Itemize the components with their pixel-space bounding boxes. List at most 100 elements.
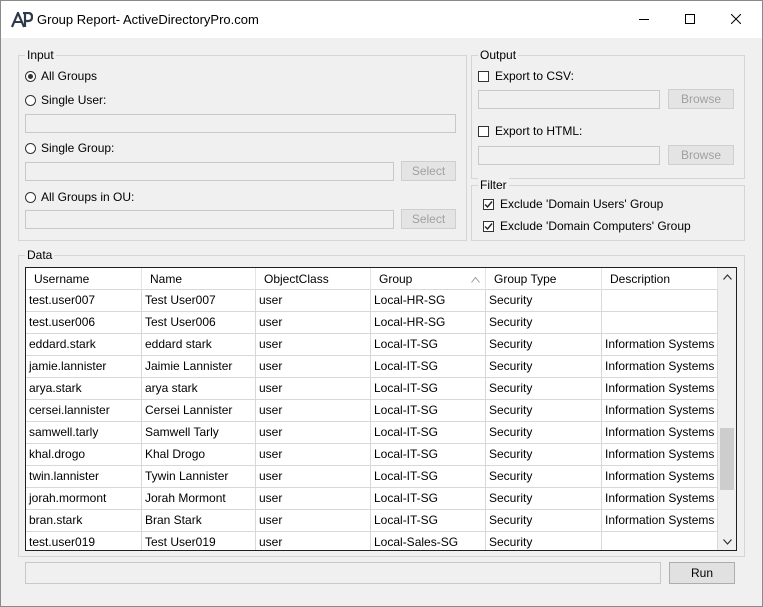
cell-name: Jaimie Lannister bbox=[142, 356, 256, 378]
cell-group: Local-IT-SG bbox=[371, 400, 486, 422]
minimize-button[interactable] bbox=[621, 1, 667, 37]
checkmark-icon bbox=[484, 200, 493, 208]
table-row[interactable]: eddard.stark eddard stark user Local-IT-SG S… bbox=[26, 334, 718, 356]
cell-description bbox=[602, 290, 718, 312]
single-user-label: Single User: bbox=[41, 93, 107, 107]
table-row[interactable]: jorah.mormont Jorah Mormont user Local-IT-S… bbox=[26, 488, 718, 510]
column-header-objectclass[interactable]: ObjectClass bbox=[256, 268, 371, 290]
cell-description bbox=[602, 532, 718, 550]
column-header-group-type[interactable]: Group Type bbox=[486, 268, 602, 290]
exclude-domain-users-label: Exclude 'Domain Users' Group bbox=[500, 197, 664, 211]
checkbox-checked-indicator bbox=[483, 220, 494, 232]
cell-name: Khal Drogo bbox=[142, 444, 256, 466]
close-icon bbox=[731, 14, 741, 24]
cell-group: Local-IT-SG bbox=[371, 488, 486, 510]
cell-group-type: Security bbox=[486, 334, 602, 356]
cell-description: Information Systems ... bbox=[602, 378, 718, 400]
sort-ascending-icon bbox=[471, 277, 480, 283]
exclude-domain-computers-label: Exclude 'Domain Computers' Group bbox=[500, 219, 691, 233]
cell-group-type: Security bbox=[486, 378, 602, 400]
single-group-label: Single Group: bbox=[41, 141, 115, 155]
cell-description: Information Systems ... bbox=[602, 356, 718, 378]
column-header-description[interactable]: Description bbox=[602, 268, 718, 290]
filter-group-label: Filter bbox=[478, 178, 509, 192]
exclude-domain-users-checkbox[interactable]: Exclude 'Domain Users' Group bbox=[483, 197, 663, 211]
all-groups-in-ou-label: All Groups in OU: bbox=[41, 190, 135, 204]
ou-input[interactable] bbox=[25, 210, 394, 229]
table-row[interactable]: jamie.lannister Jaimie Lannister user Local… bbox=[26, 356, 718, 378]
cell-group: Local-HR-SG bbox=[371, 312, 486, 334]
cell-group: Local-IT-SG bbox=[371, 510, 486, 532]
table-row[interactable]: test.user006 Test User006 user Local-HR-SG S… bbox=[26, 312, 718, 334]
column-header-group[interactable]: Group bbox=[371, 268, 486, 290]
single-user-radio[interactable]: Single User: bbox=[25, 93, 106, 107]
table-row[interactable]: test.user019 Test User019 user Local-Sales-… bbox=[26, 532, 718, 550]
checkbox-unchecked-indicator bbox=[478, 70, 489, 82]
single-group-input[interactable] bbox=[25, 162, 394, 181]
cell-objectclass: user bbox=[256, 356, 371, 378]
cell-objectclass: user bbox=[256, 290, 371, 312]
single-user-input[interactable] bbox=[25, 114, 456, 133]
cell-username: twin.lannister bbox=[26, 466, 142, 488]
radio-selected-indicator bbox=[25, 70, 36, 82]
cell-group-type: Security bbox=[486, 356, 602, 378]
table-row[interactable]: twin.lannister Tywin Lannister user Local-I… bbox=[26, 466, 718, 488]
cell-objectclass: user bbox=[256, 400, 371, 422]
csv-path-input[interactable] bbox=[478, 90, 660, 109]
cell-username: jorah.mormont bbox=[26, 488, 142, 510]
cell-name: arya stark bbox=[142, 378, 256, 400]
table-row[interactable]: bran.stark Bran Stark user Local-IT-SG Secur… bbox=[26, 510, 718, 532]
all-groups-radio[interactable]: All Groups bbox=[25, 69, 97, 83]
cell-name: Cersei Lannister bbox=[142, 400, 256, 422]
cell-description: Information Systems ... bbox=[602, 444, 718, 466]
maximize-button[interactable] bbox=[667, 1, 713, 37]
cell-name: Jorah Mormont bbox=[142, 488, 256, 510]
scroll-down-button[interactable] bbox=[718, 533, 736, 550]
scroll-up-button[interactable] bbox=[718, 268, 736, 285]
table-row[interactable]: samwell.tarly Samwell Tarly user Local-IT-S… bbox=[26, 422, 718, 444]
checkbox-unchecked-indicator bbox=[478, 125, 489, 137]
chevron-up-icon bbox=[722, 273, 732, 280]
cell-name: Bran Stark bbox=[142, 510, 256, 532]
csv-browse-button[interactable]: Browse bbox=[668, 89, 734, 109]
export-csv-checkbox[interactable]: Export to CSV: bbox=[478, 69, 574, 83]
table-row[interactable]: khal.drogo Khal Drogo user Local-IT-SG Secur… bbox=[26, 444, 718, 466]
single-group-radio[interactable]: Single Group: bbox=[25, 141, 114, 155]
vertical-scrollbar[interactable] bbox=[718, 268, 736, 550]
table-row[interactable]: test.user007 Test User007 user Local-HR-SG S… bbox=[26, 290, 718, 312]
data-group-label: Data bbox=[25, 248, 55, 262]
all-groups-in-ou-radio[interactable]: All Groups in OU: bbox=[25, 190, 134, 204]
cell-objectclass: user bbox=[256, 334, 371, 356]
export-html-checkbox[interactable]: Export to HTML: bbox=[478, 124, 582, 138]
cell-description: Information Systems ... bbox=[602, 422, 718, 444]
table-row[interactable]: cersei.lannister Cersei Lannister user Loca… bbox=[26, 400, 718, 422]
single-group-select-button[interactable]: Select bbox=[401, 161, 456, 181]
cell-group: Local-HR-SG bbox=[371, 290, 486, 312]
table-row[interactable]: arya.stark arya stark user Local-IT-SG Secur… bbox=[26, 378, 718, 400]
close-button[interactable] bbox=[713, 1, 759, 37]
chevron-down-icon bbox=[722, 538, 732, 545]
cell-name: Samwell Tarly bbox=[142, 422, 256, 444]
cell-group-type: Security bbox=[486, 444, 602, 466]
column-header-username[interactable]: Username bbox=[26, 268, 142, 290]
html-browse-button[interactable]: Browse bbox=[668, 145, 734, 165]
column-header-name[interactable]: Name bbox=[142, 268, 256, 290]
exclude-domain-computers-checkbox[interactable]: Exclude 'Domain Computers' Group bbox=[483, 219, 691, 233]
cell-group: Local-Sales-SG bbox=[371, 532, 486, 550]
all-groups-label: All Groups bbox=[41, 69, 98, 83]
html-path-input[interactable] bbox=[478, 146, 660, 165]
cell-group: Local-IT-SG bbox=[371, 444, 486, 466]
cell-group-type: Security bbox=[486, 532, 602, 550]
cell-group: Local-IT-SG bbox=[371, 356, 486, 378]
cell-description: Information Systems ... bbox=[602, 400, 718, 422]
scrollbar-thumb[interactable] bbox=[720, 428, 734, 490]
ou-select-button[interactable]: Select bbox=[401, 209, 456, 229]
run-button[interactable]: Run bbox=[669, 562, 735, 584]
cell-username: bran.stark bbox=[26, 510, 142, 532]
cell-group-type: Security bbox=[486, 466, 602, 488]
title-bar[interactable]: Group Report- ActiveDirectoryPro.com bbox=[1, 1, 762, 38]
status-bar bbox=[25, 562, 661, 584]
data-grid[interactable]: Username Name ObjectClass Group Group Ty… bbox=[25, 267, 737, 551]
cell-objectclass: user bbox=[256, 532, 371, 550]
activedirectorypro-logo-icon bbox=[10, 10, 34, 28]
